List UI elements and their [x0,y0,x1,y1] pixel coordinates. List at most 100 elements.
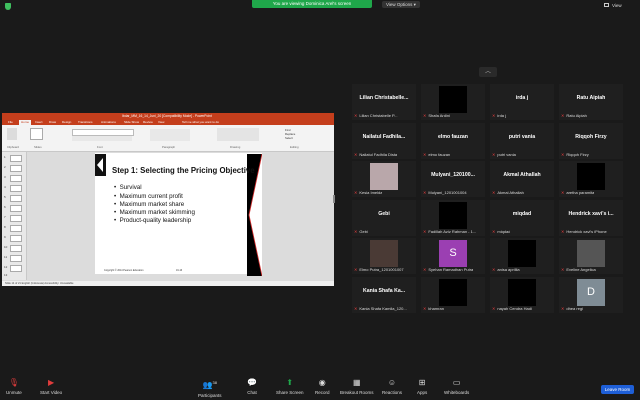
participant-tile[interactable]: S ✕ Syehan Ramadhan Putra [421,238,485,274]
participant-name-label: ✕ Lilian Christabelle P... [354,113,398,118]
participant-tile[interactable]: Riqqoh Firzy ✕ Riqqoh Firzy [559,122,623,159]
chat-button[interactable]: 💬 Chat [247,378,257,395]
start-video-button[interactable]: ▶ Start Video [40,378,62,395]
thumb-number: 8 [4,225,6,229]
breakout-rooms-button[interactable]: ▦ Breakout Rooms [340,378,374,395]
slide-bullet: • Product-quality leadership [114,217,192,224]
record-button[interactable]: ◉ Record [315,378,330,395]
view-options-button[interactable]: View Options ▾ [382,1,420,8]
participant-name-label: ✕ Syehan Ramadhan Putra [423,267,473,272]
muted-mic-icon: ✕ [492,190,496,195]
participants-button[interactable]: 👥38 Participants [198,378,222,398]
slide-thumbnail[interactable] [10,185,22,192]
participant-tile[interactable]: ✕ nayah Cendra Hadi [490,276,554,313]
participant-tile[interactable]: elmo fauzan ✕ elmo fauzan [421,122,485,159]
thumb-number: 10 [4,245,8,249]
ribbon-group-label: Clipboard [7,145,19,149]
muted-mic-icon: ✕ [492,228,496,234]
slide-thumbnail[interactable] [10,215,22,222]
security-shield-icon[interactable] [5,3,11,10]
participant-name-label: ✕ elmo fauzan [423,152,450,157]
muted-mic-icon: ✕ [561,228,565,234]
participant-name: Gebi [359,228,368,234]
muted-mic-icon: ✕ [354,151,358,157]
slide-thumbnail[interactable] [10,265,22,272]
slide-thumbnail[interactable] [10,255,22,262]
participant-tile[interactable]: ✕ Eveline Angelica [559,238,623,274]
share-resize-handle[interactable] [333,195,335,203]
view-button[interactable]: View [612,3,622,8]
participant-tile[interactable]: ✕ Shafa Ardini [421,84,485,120]
thumb-number: 9 [4,235,6,239]
slide-thumbnail[interactable] [10,245,22,252]
muted-mic-icon: ✕ [354,267,358,272]
paste-icon[interactable] [7,128,17,140]
muted-mic-icon: ✕ [423,228,427,234]
font-format-buttons[interactable] [72,136,132,141]
participant-display-name: Hendrick xavi's i... [568,210,614,217]
participant-tile[interactable]: Mulyani_120100... ✕ Mulyani_1201001004 [421,161,485,197]
thumb-number: 6 [4,205,6,209]
slide-thumbnail[interactable] [10,195,22,202]
thumb-number: 3 [4,175,6,179]
participant-tile[interactable]: Hendrick xavi's i... ✕ Hendrick xavi's iPh… [559,199,623,236]
slide-arrow-shape [97,158,103,172]
participant-name: nayah Cendra Hadi [497,305,532,311]
breakout-rooms-icon: ▦ [352,378,361,387]
slide-bullet: • Survival [114,184,142,191]
participant-tile[interactable]: irda j ✕ irda j [490,84,554,120]
participant-name-label: ✕ Hendrick xavi's iPhone [561,229,607,234]
whiteboards-button[interactable]: ▭ Whiteboards [444,378,469,395]
participant-name-label: ✕ Riqqoh Firzy [561,152,589,157]
participant-name-label: ✕ Shafa Ardini [423,113,450,118]
participant-tile[interactable]: Ratu Aipiah ✕ Ratu Aipiah [559,84,623,120]
participant-tile[interactable]: putri vania ✕ putri vania [490,122,554,159]
collapse-gallery-icon[interactable]: ︿ [479,67,497,77]
participant-name-label: ✕ Mulyani_1201001004 [423,190,467,195]
participant-name-label: ✕ Elmo Putra_1201001007 [354,267,404,272]
slide-thumbnail[interactable] [10,175,22,182]
select-button[interactable]: Select [285,136,295,140]
participant-name: Eveline Angelica [566,267,596,272]
leave-room-button[interactable]: Leave Room [601,385,634,394]
reactions-button[interactable]: ☺ Reactions [382,378,402,395]
participant-name-label: ✕ anisa aprillia [492,267,520,272]
slide-thumbnail[interactable] [10,235,22,242]
font-name-box[interactable] [72,129,134,136]
slide-thumbnail[interactable] [10,155,22,162]
participant-name-label: ✕ Gebi [354,229,368,234]
slide-thumbnail[interactable] [10,205,22,212]
participant-display-name: miqdad [512,210,532,217]
participant-tile[interactable]: ✕ Kesia Imelda [352,161,416,197]
record-icon: ◉ [318,378,326,387]
muted-mic-icon: ✕ [561,305,565,311]
participant-name-label: ✕ Kania Shafa Kamila_120... [354,306,407,311]
slide-thumbnail[interactable] [10,225,22,232]
drawing-shapes[interactable] [217,128,259,141]
participant-tile[interactable]: miqdad ✕ miqdad [490,199,554,236]
muted-mic-icon: ✕ [423,113,427,118]
slide-bullet: • Maximum market share [114,201,185,208]
ppt-title: Ibdar_MM_16_14_Juni_20 [Compatibility Mo… [122,114,212,118]
unmute-button[interactable]: 🎙 Unmute [6,378,22,395]
participant-tile[interactable]: ✕ Elmo Putra_1201001007 [352,238,416,274]
participant-tile[interactable]: Nailatul Fadhila... ✕ Nailatul Fadhila Dis… [352,122,416,159]
apps-button[interactable]: ⊞ Apps [417,378,427,395]
participant-video [439,201,467,229]
slide-thumbnail[interactable] [10,165,22,172]
participant-video [508,278,536,306]
participant-tile[interactable]: ✕ Fadillah Aziz Rahman - 1... [421,199,485,236]
participant-tile[interactable]: ✕ aretha paramita [559,161,623,197]
participant-tile[interactable]: ✕ anisa aprillia [490,238,554,274]
participant-tile[interactable]: ✕ khamran [421,276,485,313]
share-screen-button[interactable]: ⬆ Share Screen [276,378,304,395]
participant-tile[interactable]: Gebi ✕ Gebi [352,199,416,236]
paragraph-buttons[interactable] [150,129,190,141]
participant-tile[interactable]: D ✕ dhea regi [559,276,623,313]
participant-name-label: ✕ aretha paramita [561,190,594,195]
participant-tile[interactable]: Lilian Christabelle... ✕ Lilian Christabel… [352,84,416,120]
new-slide-icon[interactable] [30,128,43,140]
participant-avatar: D [577,278,605,306]
participant-tile[interactable]: Kania Shafa Ka... ✕ Kania Shafa Kamila_120… [352,276,416,313]
participant-tile[interactable]: Akmal Athallah ✕ Akmal Athallah [490,161,554,197]
